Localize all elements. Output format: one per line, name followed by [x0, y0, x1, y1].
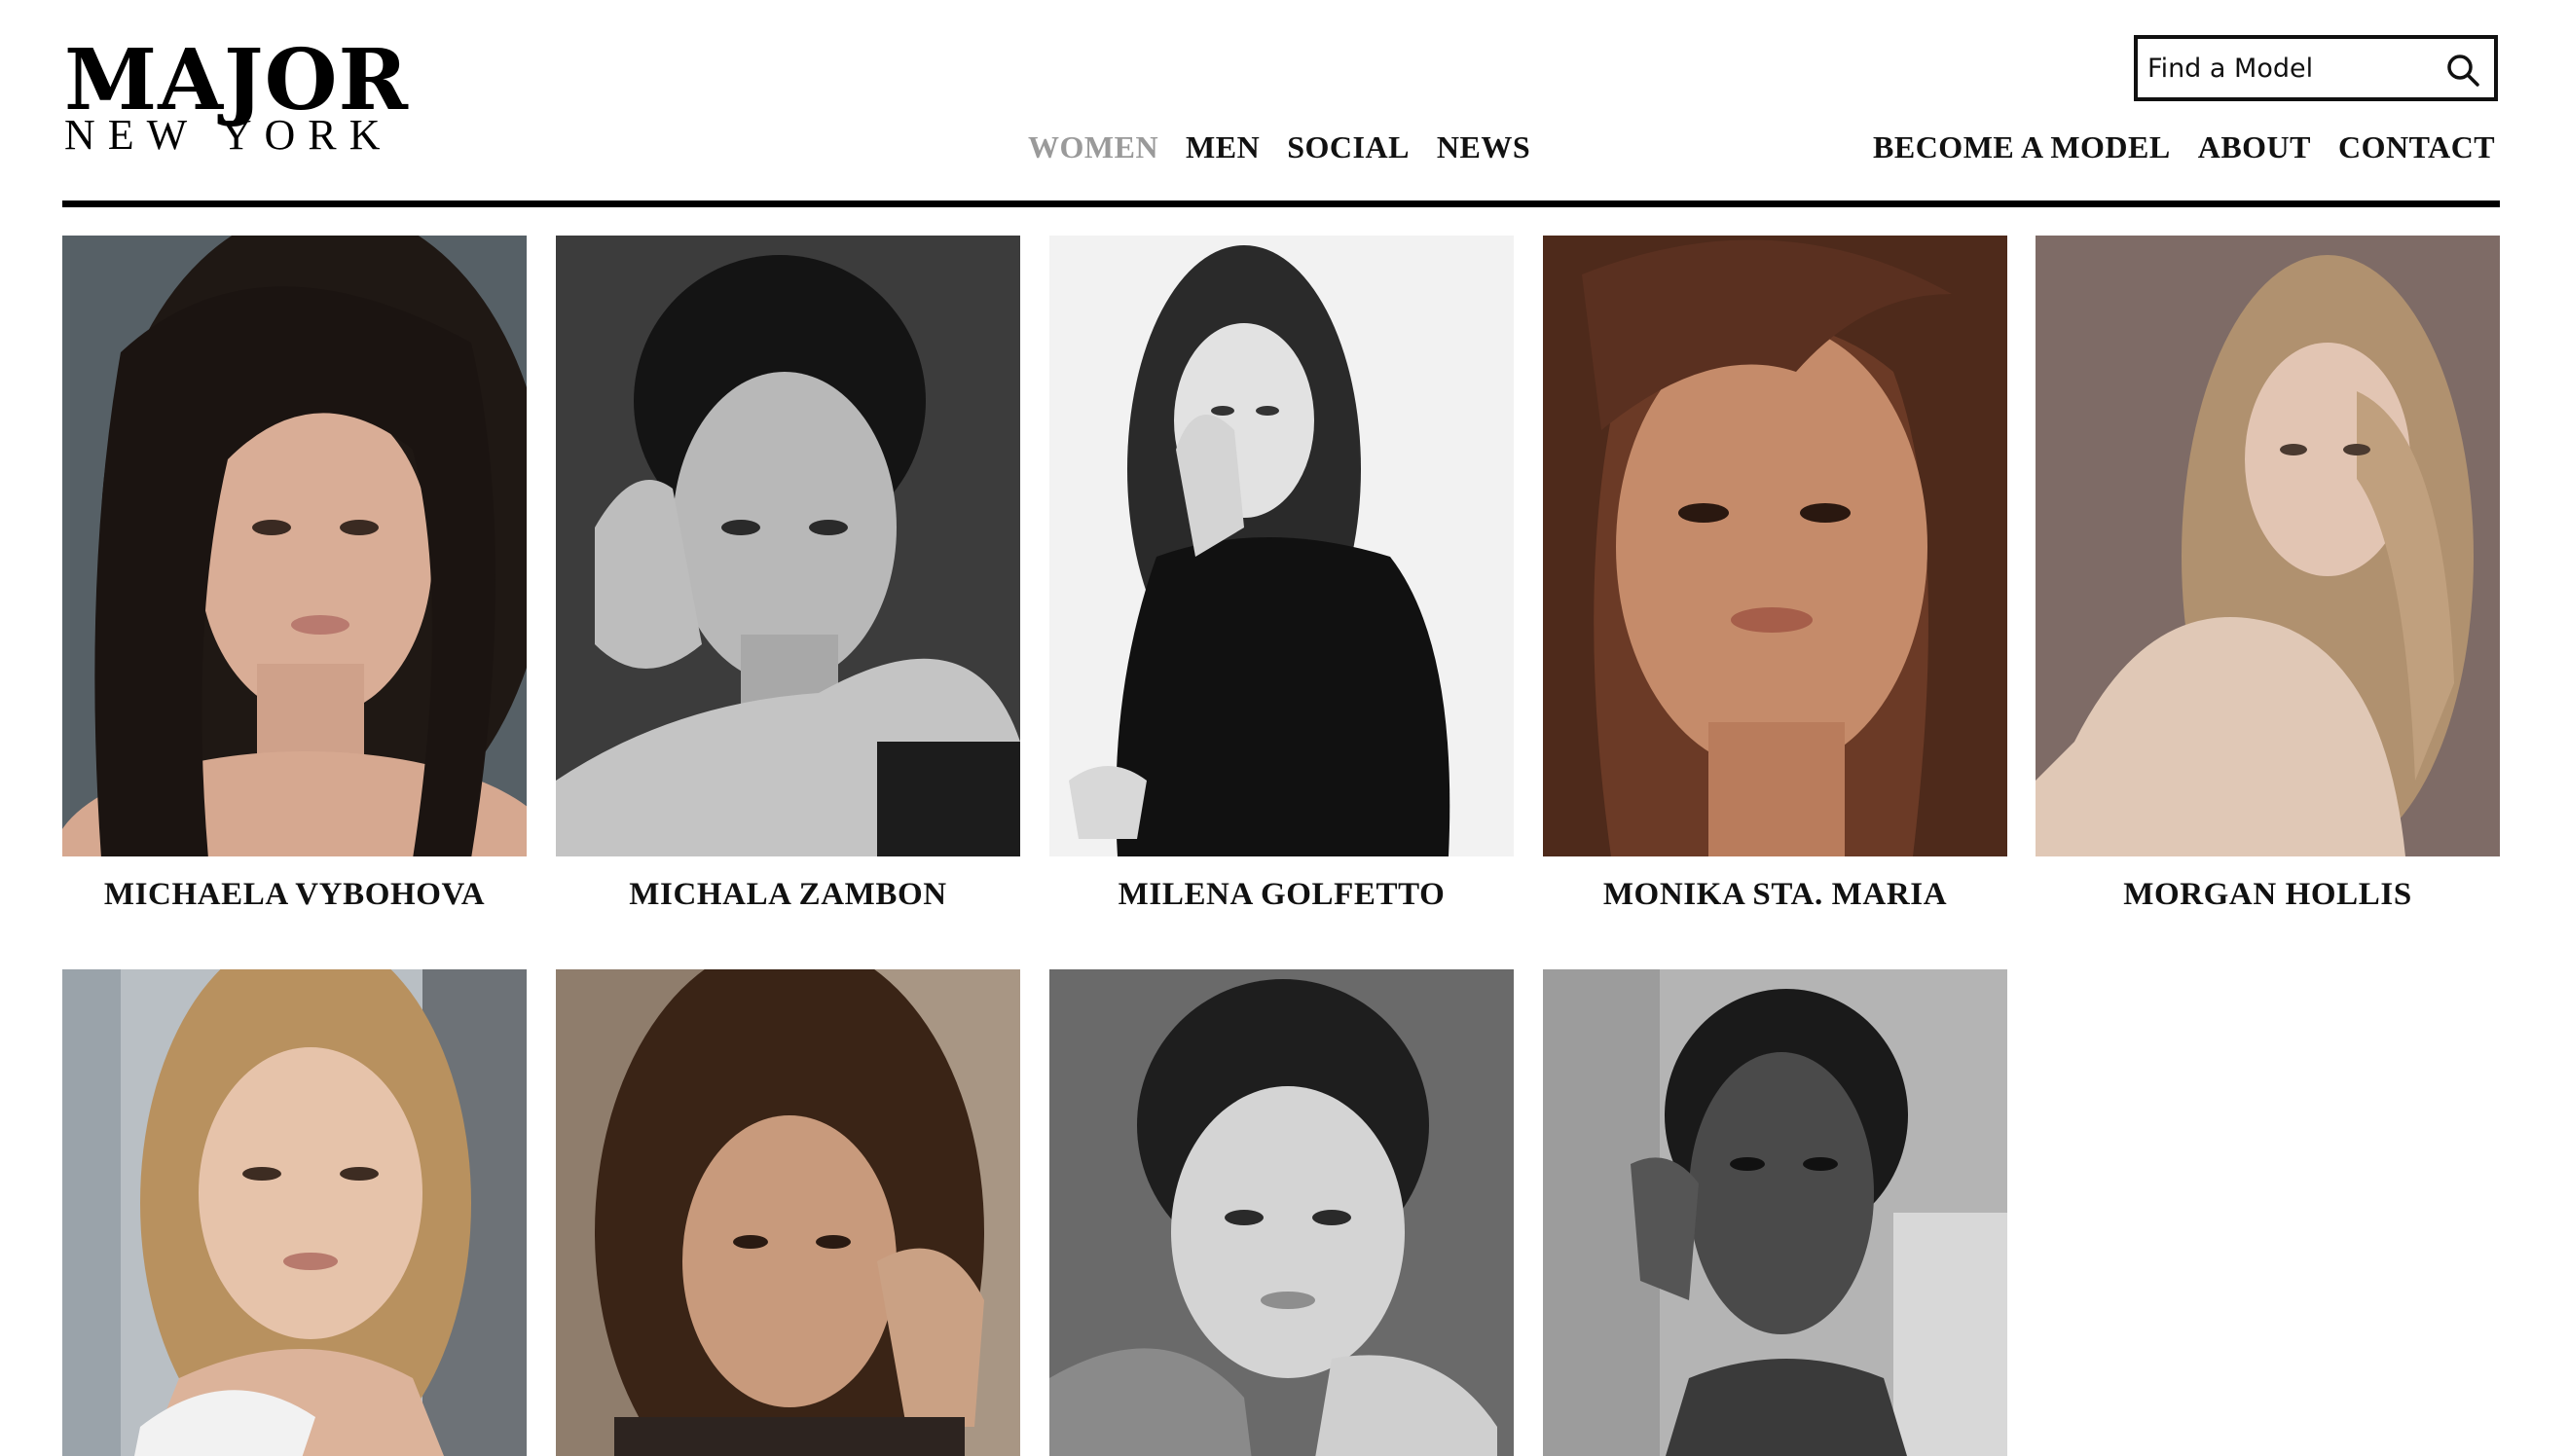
nav-women[interactable]: WOMEN [1028, 123, 1158, 171]
model-photo[interactable] [62, 969, 527, 1456]
model-name[interactable]: MONIKA STA. MARIA [1543, 870, 2007, 919]
nav-news[interactable]: NEWS [1437, 123, 1530, 171]
model-photo[interactable] [1049, 236, 1514, 856]
model-name[interactable]: MICHALA ZAMBON [556, 870, 1020, 919]
nav-men[interactable]: MEN [1186, 123, 1260, 171]
model-photo[interactable] [556, 236, 1020, 856]
model-name[interactable]: MICHAELA VYBOHOVA [62, 870, 527, 919]
secondary-nav: BECOME A MODEL ABOUT CONTACT [1873, 123, 2495, 171]
model-photo[interactable] [1543, 236, 2007, 856]
search-button[interactable] [2443, 51, 2482, 90]
model-photo[interactable] [62, 236, 527, 856]
brand-logo[interactable]: MAJOR NEW YORK [64, 37, 408, 164]
nav-contact[interactable]: CONTACT [2338, 123, 2495, 171]
model-photo[interactable] [556, 969, 1020, 1456]
model-grid: MICHAELA VYBOHOVA MICHALA ZAMBON MILENA … [62, 236, 2500, 1456]
model-name[interactable]: MILENA GOLFETTO [1049, 870, 1514, 919]
model-photo[interactable] [1049, 969, 1514, 1456]
search-icon [2447, 55, 2479, 87]
nav-about[interactable]: ABOUT [2198, 123, 2311, 171]
main-nav: WOMEN MEN SOCIAL NEWS [1028, 123, 1530, 171]
brand-logo-newyork: NEW YORK [64, 111, 393, 159]
nav-become-a-model[interactable]: BECOME A MODEL [1873, 123, 2171, 171]
nav-social[interactable]: SOCIAL [1287, 123, 1410, 171]
model-search-box [2134, 35, 2498, 101]
model-search-input[interactable] [2147, 45, 2430, 91]
model-photo[interactable] [1543, 969, 2007, 1456]
model-photo[interactable] [2036, 236, 2500, 856]
header-divider [62, 200, 2500, 207]
model-name[interactable]: MORGAN HOLLIS [2036, 870, 2500, 919]
